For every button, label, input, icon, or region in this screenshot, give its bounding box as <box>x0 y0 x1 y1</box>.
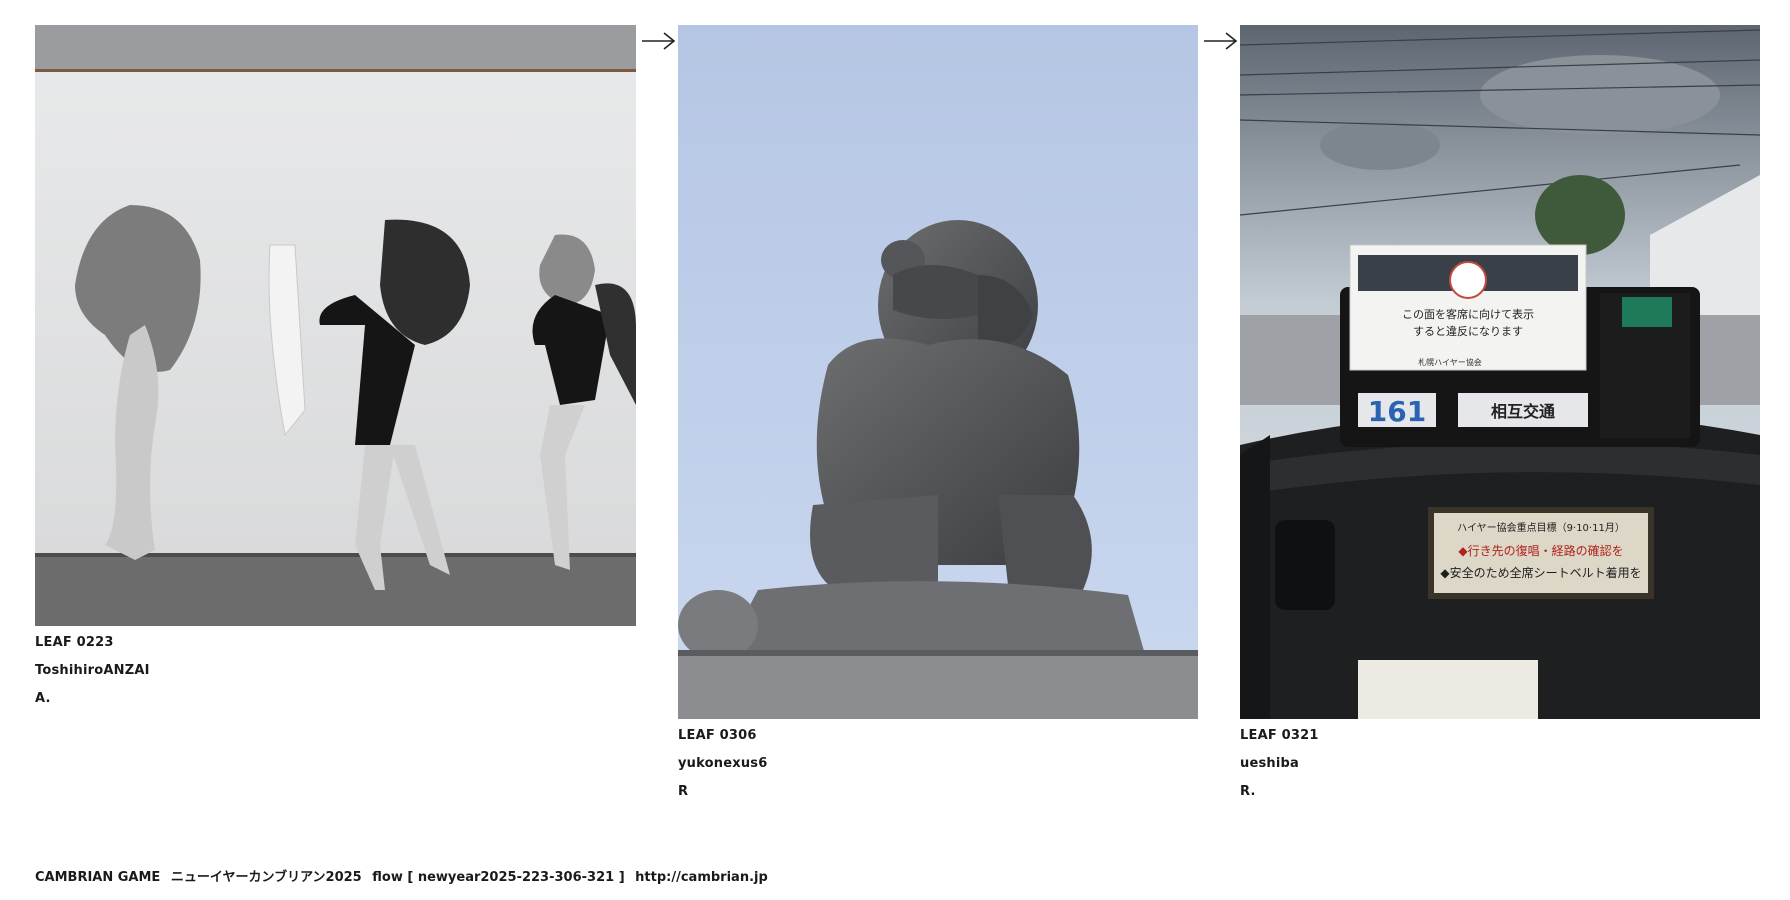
leaf-image-0321[interactable]: この面を客席に向けて表示 すると違反になります 札幌ハイヤー協会 161 相互交… <box>1240 25 1760 719</box>
leaf-caption-0321: LEAF 0321 ueshiba R. <box>1240 726 1319 810</box>
author-link[interactable]: ToshihiroANZAI <box>35 663 150 678</box>
card-line-2: すると違反になります <box>1413 325 1523 338</box>
plate-number: 161 <box>1368 395 1426 428</box>
right-arrow-icon <box>1204 31 1238 51</box>
site-url-link[interactable]: http://cambrian.jp <box>635 870 768 885</box>
dash-sign-line-1: ◆行き先の復唱・経路の確認を <box>1458 543 1623 558</box>
dash-sign-line-2: ◆安全のため全席シートベルト着用を <box>1440 565 1641 580</box>
leaf-id-link[interactable]: LEAF 0306 <box>678 728 757 743</box>
leaf-mark: R. <box>1240 784 1256 799</box>
leaf-id-link[interactable]: LEAF 0223 <box>35 635 114 650</box>
site-name: CAMBRIAN GAME <box>35 870 161 885</box>
page: この面を客席に向けて表示 すると違反になります 札幌ハイヤー協会 161 相互交… <box>0 0 1790 900</box>
right-arrow-icon <box>642 31 676 51</box>
footer: CAMBRIAN GAME ニューイヤーカンブリアン2025 flow [ ne… <box>35 866 768 885</box>
leaf-image-0306[interactable] <box>678 25 1198 719</box>
author-link[interactable]: ueshiba <box>1240 756 1299 771</box>
leaf-caption-0306: LEAF 0306 yukonexus6 R <box>678 726 767 810</box>
card-association: 札幌ハイヤー協会 <box>1418 357 1482 367</box>
leaf-caption-0223: LEAF 0223 ToshihiroANZAI A. <box>35 633 150 717</box>
leaf-id-link[interactable]: LEAF 0321 <box>1240 728 1319 743</box>
leaf-mark: A. <box>35 691 51 706</box>
event-name: ニューイヤーカンブリアン2025 <box>170 870 362 885</box>
flow-id: flow [ newyear2025-223-306-321 ] <box>372 870 625 885</box>
company-name: 相互交通 <box>1491 402 1555 421</box>
author-link[interactable]: yukonexus6 <box>678 756 767 771</box>
card-line-1: この面を客席に向けて表示 <box>1402 307 1534 321</box>
leaf-image-0223[interactable] <box>35 25 636 626</box>
dash-sign-title: ハイヤー協会重点目標（9·10·11月） <box>1457 521 1625 534</box>
leaf-mark: R <box>678 784 689 799</box>
